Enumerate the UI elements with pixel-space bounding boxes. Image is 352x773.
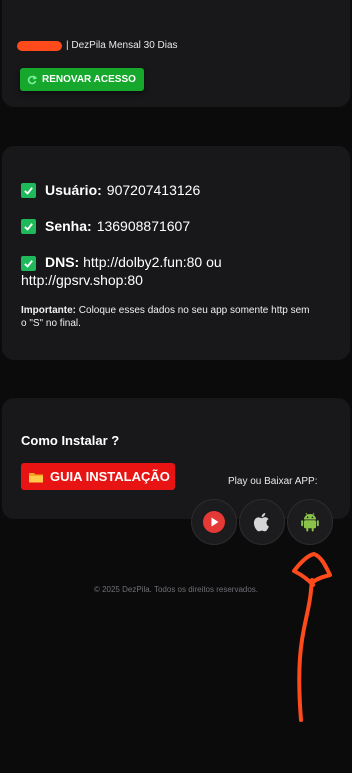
renew-access-button[interactable]: RENOVAR ACESSO [20,68,144,91]
important-note: Importante: Coloque esses dados no seu a… [21,304,311,330]
arrow-annotation [292,552,332,722]
install-guide-label: GUIA INSTALAÇÃO [50,469,170,484]
plan-info: | DezPila Mensal 30 Dias [17,40,178,51]
play-app-button[interactable] [191,499,237,545]
footer-copyright: © 2025 DezPila. Todos os direitos reserv… [93,585,259,594]
check-icon [21,182,36,198]
install-card [2,398,350,519]
android-icon [301,512,319,532]
dns-label: DNS: [45,254,80,270]
user-row: Usuário: 907207413126 [21,182,200,198]
play-icon [203,511,225,533]
user-label: Usuário: [45,182,102,198]
install-guide-button[interactable]: GUIA INSTALAÇÃO [21,463,175,490]
password-row: Senha: 136908871607 [21,218,190,234]
ios-app-button[interactable] [239,499,285,545]
dns-row: DNS: http://dolby2.fun:80 ou http://gpsr… [21,253,246,289]
install-title: Como Instalar ? [21,433,120,448]
apple-icon [253,513,269,532]
android-app-button[interactable] [287,499,333,545]
check-icon [21,256,36,271]
renew-access-label: RENOVAR ACESSO [42,74,136,85]
note-label: Importante: [21,305,76,316]
check-icon [21,218,36,234]
plan-name: | DezPila Mensal 30 Dias [66,40,178,51]
user-value: 907207413126 [106,182,201,198]
password-value: 136908871607 [96,218,191,234]
refresh-icon [27,74,37,84]
play-download-label: Play ou Baixar APP: [228,476,318,487]
redacted-username [17,40,62,51]
password-label: Senha: [45,218,92,234]
folder-icon [29,472,43,482]
